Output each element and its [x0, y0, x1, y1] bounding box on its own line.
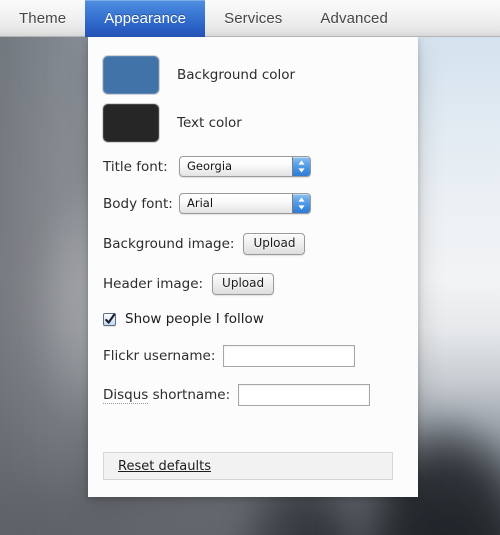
flickr-username-input[interactable] — [223, 345, 356, 367]
body-font-label: Body font: — [103, 195, 173, 212]
header-image-label: Header image: — [103, 276, 204, 292]
title-font-select[interactable]: Georgia — [179, 156, 311, 177]
background-image-upload-button[interactable]: Upload — [243, 233, 306, 255]
show-people-i-follow-label: Show people I follow — [125, 311, 264, 327]
title-font-stepper-arrows-icon[interactable] — [292, 157, 310, 176]
body-font-value: Arial — [187, 196, 214, 210]
show-people-i-follow-checkbox[interactable] — [103, 312, 116, 326]
header-image-upload-button[interactable]: Upload — [212, 273, 275, 295]
body-font-row: Body font: Arial — [103, 193, 418, 214]
disqus-shortname-row: Disqus shortname: — [103, 384, 418, 406]
background-image-label: Background image: — [103, 236, 235, 252]
tab-bar: Theme Appearance Services Advanced — [0, 0, 500, 37]
tab-services[interactable]: Services — [205, 0, 301, 37]
text-color-row: Text color — [103, 104, 418, 142]
body-font-select[interactable]: Arial — [179, 193, 311, 214]
reset-defaults-link[interactable]: Reset defaults — [118, 459, 211, 474]
flickr-username-row: Flickr username: — [103, 345, 418, 367]
header-image-row: Header image: Upload — [103, 273, 418, 295]
title-font-label: Title font: — [103, 158, 168, 175]
text-color-swatch[interactable] — [103, 104, 159, 142]
disqus-shortname-label: Disqus shortname: — [103, 387, 231, 404]
tab-theme[interactable]: Theme — [0, 0, 85, 37]
background-image-row: Background image: Upload — [103, 233, 418, 255]
background-color-row: Background color — [103, 56, 418, 94]
title-font-value: Georgia — [187, 159, 233, 173]
title-font-row: Title font: Georgia — [103, 156, 418, 177]
disqus-shortname-label-suffix: shortname: — [148, 387, 231, 403]
flickr-username-label: Flickr username: — [103, 348, 216, 364]
background-color-swatch[interactable] — [103, 56, 159, 94]
tab-appearance[interactable]: Appearance — [85, 0, 206, 37]
tab-advanced[interactable]: Advanced — [301, 0, 407, 37]
background-color-label: Background color — [177, 67, 296, 83]
show-people-i-follow-row: Show people I follow — [103, 311, 418, 327]
body-font-stepper-arrows-icon[interactable] — [292, 194, 310, 213]
disqus-shortname-label-misspelled-word: Disqus — [103, 387, 149, 404]
reset-defaults-bar: Reset defaults — [103, 452, 393, 480]
disqus-shortname-input[interactable] — [238, 384, 371, 406]
text-color-label: Text color — [177, 115, 242, 131]
appearance-form: Background color Text color Title font: … — [88, 37, 418, 406]
appearance-settings-panel: Background color Text color Title font: … — [88, 37, 418, 497]
